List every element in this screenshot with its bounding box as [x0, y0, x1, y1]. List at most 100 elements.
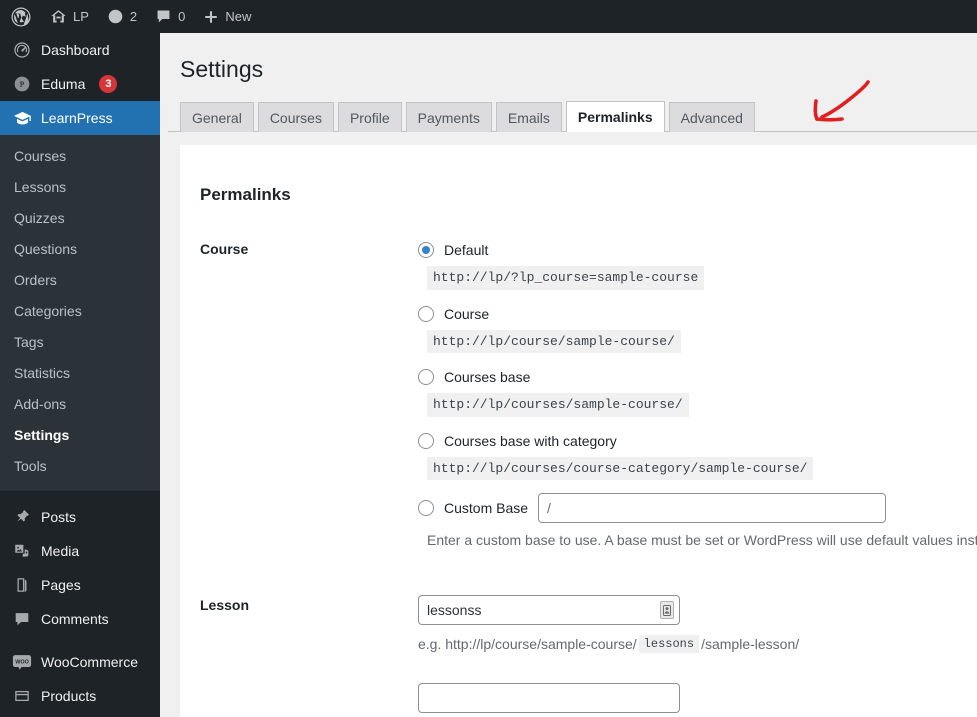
- permalink-example-course: http://lp/course/sample-course/: [427, 329, 681, 353]
- eduma-icon: ₱: [12, 74, 32, 94]
- submenu-item-courses[interactable]: Courses: [0, 141, 160, 172]
- tab-emails[interactable]: Emails: [495, 101, 562, 132]
- sidebar-item-label: Posts: [41, 509, 77, 525]
- admin-sidebar: Dashboard ₱ Eduma 3 LearnPress Courses L…: [0, 33, 168, 717]
- sidebar-content-group: Posts Media Pages Comments: [0, 500, 160, 636]
- admin-bar: LP 2 0 New: [0, 0, 977, 33]
- submenu-item-quizzes[interactable]: Quizzes: [0, 203, 160, 234]
- sidebar-commerce-group: WOO WooCommerce Products: [0, 645, 160, 717]
- settings-tabs: General Courses Profile Payments Emails …: [168, 99, 977, 132]
- custom-base-input[interactable]: [538, 493, 887, 523]
- sidebar-item-label: Eduma: [41, 76, 86, 92]
- course-option-courses-base: Courses base http://lp/courses/sample-co…: [418, 366, 977, 417]
- updates-button[interactable]: 2: [98, 0, 146, 33]
- learnpress-submenu: Courses Lessons Quizzes Questions Orders…: [0, 135, 160, 491]
- sidebar-item-pages[interactable]: Pages: [0, 568, 160, 602]
- tab-general[interactable]: General: [180, 101, 254, 132]
- sidebar-item-dashboard[interactable]: Dashboard: [0, 33, 160, 67]
- sidebar-item-label: Media: [41, 543, 80, 559]
- submenu-item-settings[interactable]: Settings: [0, 420, 160, 451]
- permalink-example-default: http://lp/?lp_course=sample-course: [427, 266, 705, 290]
- radio-course[interactable]: [418, 305, 434, 322]
- permalink-example-courses-base: http://lp/courses/sample-course/: [427, 393, 689, 417]
- eduma-badge: 3: [99, 75, 118, 93]
- graduation-cap-icon: [12, 108, 32, 128]
- lesson-field-body: e.g. http://lp/course/sample-course/ les…: [418, 595, 977, 713]
- radio-default[interactable]: [418, 242, 434, 258]
- page-title: Settings: [180, 56, 264, 82]
- comment-icon: [12, 609, 32, 629]
- lesson-slug-input[interactable]: [418, 595, 680, 625]
- sidebar-item-analytics[interactable]: Analytics: [0, 713, 160, 717]
- submenu-item-statistics[interactable]: Statistics: [0, 358, 160, 389]
- custom-base-help: Enter a custom base to use. A base must …: [427, 532, 977, 548]
- tab-permalinks[interactable]: Permalinks: [565, 100, 665, 132]
- active-menu-arrow: [160, 110, 168, 126]
- password-manager-icon[interactable]: [660, 601, 674, 619]
- sidebar-item-label: LearnPress: [41, 110, 113, 126]
- menu-separator: [0, 491, 160, 500]
- dashboard-icon: [12, 40, 32, 60]
- sidebar-item-label: Pages: [41, 577, 81, 593]
- sidebar-item-eduma[interactable]: ₱ Eduma 3: [0, 67, 160, 101]
- submenu-item-questions[interactable]: Questions: [0, 234, 160, 265]
- sidebar-item-learnpress[interactable]: LearnPress: [0, 101, 168, 135]
- sidebar-item-woocommerce[interactable]: WOO WooCommerce: [0, 645, 160, 679]
- sidebar-item-comments[interactable]: Comments: [0, 602, 160, 636]
- radio-course-label: Course: [444, 305, 490, 322]
- sidebar-item-posts[interactable]: Posts: [0, 500, 160, 534]
- sidebar-item-label: Products: [41, 688, 97, 704]
- permalinks-panel: Permalinks Course Default http://lp/?lp_…: [180, 145, 977, 717]
- updates-icon: [107, 8, 124, 25]
- course-options: Default http://lp/?lp_course=sample-cour…: [418, 239, 977, 561]
- radio-custom-base[interactable]: [418, 500, 434, 516]
- next-field-input-partial[interactable]: [418, 683, 680, 713]
- content-area: Settings General Courses Profile Payment…: [160, 33, 977, 717]
- submenu-item-tags[interactable]: Tags: [0, 327, 160, 358]
- site-name-label: LP: [73, 9, 89, 24]
- lesson-example: e.g. http://lp/course/sample-course/ les…: [418, 635, 977, 653]
- svg-text:WOO: WOO: [15, 659, 29, 665]
- submenu-item-tools[interactable]: Tools: [0, 451, 160, 482]
- new-content-label: New: [225, 9, 252, 24]
- permalink-example-courses-base-category: http://lp/courses/course-category/sample…: [427, 456, 814, 480]
- comment-icon: [155, 8, 172, 25]
- course-label: Course: [200, 241, 249, 257]
- wordpress-admin-screen: LP 2 0 New Dashboard ₱ Eduma 3 LearnPres…: [0, 0, 977, 717]
- sidebar-item-products[interactable]: Products: [0, 679, 160, 713]
- updates-count: 2: [129, 9, 138, 24]
- svg-text:₱: ₱: [20, 80, 25, 89]
- site-name-button[interactable]: LP: [41, 0, 98, 33]
- radio-courses-base-label: Courses base: [444, 369, 531, 385]
- course-option-custom-base: Custom Base Enter a custom base to use. …: [418, 493, 977, 548]
- radio-courses-base-category-label: Courses base with category: [444, 432, 617, 449]
- sidebar-item-media[interactable]: Media: [0, 534, 160, 568]
- radio-custom-base-label: Custom Base: [444, 500, 529, 516]
- submenu-item-orders[interactable]: Orders: [0, 265, 160, 296]
- media-icon: [12, 541, 32, 561]
- lesson-input-wrapper: [418, 595, 680, 625]
- radio-courses-base[interactable]: [418, 369, 434, 385]
- wordpress-logo-button[interactable]: [0, 0, 41, 33]
- lesson-permalink-row: Lesson e.g. http://lp/cour: [180, 595, 977, 713]
- pin-icon: [12, 507, 32, 527]
- radio-courses-base-category[interactable]: [418, 432, 434, 449]
- submenu-item-categories[interactable]: Categories: [0, 296, 160, 327]
- sidebar-item-label: Comments: [41, 611, 109, 627]
- wordpress-icon: [11, 7, 31, 27]
- tab-profile[interactable]: Profile: [337, 101, 402, 132]
- tab-courses[interactable]: Courses: [257, 101, 334, 132]
- new-content-button[interactable]: New: [194, 0, 260, 33]
- tab-payments[interactable]: Payments: [405, 101, 492, 132]
- comments-count: 0: [178, 9, 186, 24]
- lesson-example-code: lessons: [638, 635, 700, 653]
- woocommerce-icon: WOO: [12, 652, 32, 672]
- lesson-example-prefix: e.g. http://lp/course/sample-course/: [418, 636, 637, 652]
- home-icon: [50, 8, 67, 25]
- comments-button[interactable]: 0: [146, 0, 194, 33]
- permalinks-heading: Permalinks: [200, 185, 291, 204]
- submenu-item-add-ons[interactable]: Add-ons: [0, 389, 160, 420]
- submenu-item-lessons[interactable]: Lessons: [0, 172, 160, 203]
- pages-icon: [12, 575, 32, 595]
- tab-advanced[interactable]: Advanced: [668, 101, 755, 132]
